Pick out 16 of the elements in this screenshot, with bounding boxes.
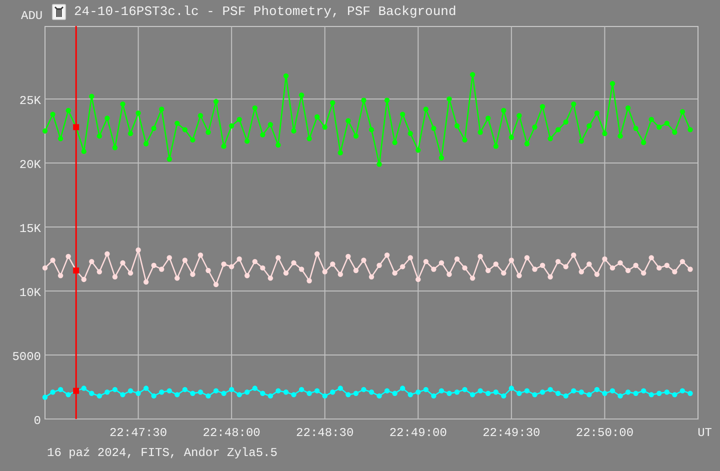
- x-tick-label: 22:48:00: [202, 426, 260, 440]
- window-title: 24-10-16PST3c.lc - PSF Photometry, PSF Background: [74, 4, 456, 19]
- y-tick-label: 0: [34, 414, 41, 428]
- y-tick-label: 25K: [19, 94, 41, 108]
- x-tick-label: 22:50:00: [576, 426, 634, 440]
- y-axis-unit: ADU: [21, 9, 44, 23]
- x-tick-label: 22:48:30: [296, 426, 354, 440]
- y-tick-label: 10K: [19, 286, 41, 300]
- x-axis-unit: UT: [698, 426, 712, 440]
- status-text: 16 paź 2024, FITS, Andor Zyla5.5: [47, 446, 278, 460]
- x-tick-label: 22:49:00: [389, 426, 447, 440]
- y-tick-label: 20K: [19, 158, 41, 172]
- y-tick-label: 15K: [19, 222, 41, 236]
- x-tick-label: 22:47:30: [109, 426, 168, 440]
- x-tick-label: 22:49:30: [482, 426, 540, 440]
- y-tick-label: 5000: [12, 350, 41, 364]
